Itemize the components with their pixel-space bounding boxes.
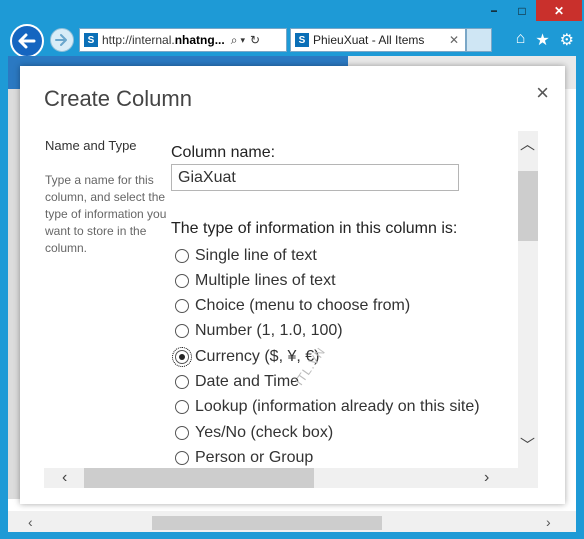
refresh-icon[interactable]: ↻ <box>250 33 260 47</box>
column-name-input[interactable] <box>171 164 459 191</box>
radio-button[interactable] <box>175 426 189 440</box>
radio-option-choice[interactable]: Choice (menu to choose from) <box>175 297 410 315</box>
page-scroll-thumb[interactable] <box>152 516 382 530</box>
tab-title: PhieuXuat - All Items <box>313 33 425 47</box>
dialog-content: Name and Type Type a name for this colum… <box>44 132 538 468</box>
minimize-button[interactable]: − <box>480 0 508 21</box>
radio-option-yes-no[interactable]: Yes/No (check box) <box>175 424 333 442</box>
column-name-label: Column name: <box>171 144 276 161</box>
search-icon[interactable]: ⌕ <box>231 33 238 48</box>
scroll-down-icon[interactable]: ﹀ <box>520 434 535 455</box>
radio-button-selected[interactable] <box>172 347 192 367</box>
dialog-vertical-scrollbar[interactable]: ︿ ﹀ <box>518 131 538 468</box>
section-title: Name and Type <box>45 138 137 153</box>
radio-button[interactable] <box>175 451 189 465</box>
address-prefix: http://internal. <box>102 33 175 47</box>
address-host: nhatng... <box>174 33 225 47</box>
radio-option-multiple-lines[interactable]: Multiple lines of text <box>175 272 336 290</box>
back-button[interactable] <box>10 24 44 58</box>
new-tab-button[interactable] <box>466 28 492 52</box>
maximize-button[interactable]: □ <box>508 0 536 21</box>
radio-option-lookup[interactable]: Lookup (information already on this site… <box>175 398 480 416</box>
forward-arrow-icon <box>55 34 67 46</box>
radio-option-single-line[interactable]: Single line of text <box>175 247 317 265</box>
scroll-left-icon[interactable]: ‹ <box>62 469 67 487</box>
option-label: Lookup (information already on this site… <box>195 398 480 415</box>
sharepoint-icon: S <box>84 33 98 47</box>
column-type-label: The type of information in this column i… <box>171 220 458 237</box>
dialog-title: Create Column <box>44 86 192 111</box>
radio-button[interactable] <box>175 274 189 288</box>
window-controls: − □ ✕ <box>480 0 582 21</box>
section-description: Type a name for this column, and select … <box>45 173 167 255</box>
close-window-button[interactable]: ✕ <box>536 0 582 21</box>
page-scroll-right-icon[interactable]: › <box>546 514 551 530</box>
radio-button[interactable] <box>175 324 189 338</box>
option-label: Person or Group <box>195 449 314 466</box>
option-label: Yes/No (check box) <box>195 424 334 441</box>
radio-button[interactable] <box>175 299 189 313</box>
settings-gear-icon[interactable]: ⚙ <box>560 30 574 50</box>
option-label: Currency ($, ¥, €) <box>195 348 320 365</box>
home-icon[interactable]: ⌂ <box>516 30 526 50</box>
option-label: Number (1, 1.0, 100) <box>195 322 343 339</box>
option-label: Choice (menu to choose from) <box>195 297 411 314</box>
vertical-scroll-thumb[interactable] <box>518 171 538 241</box>
option-label: Multiple lines of text <box>195 272 336 289</box>
favorites-star-icon[interactable]: ★ <box>535 30 549 50</box>
radio-option-number[interactable]: Number (1, 1.0, 100) <box>175 322 343 340</box>
tab-close-icon[interactable]: ✕ <box>449 33 459 47</box>
page-scroll-left-icon[interactable]: ‹ <box>28 514 33 530</box>
browser-tools: ⌂ ★ ⚙ <box>516 30 574 50</box>
create-column-dialog: Create Column × Name and Type Type a nam… <box>20 66 565 504</box>
radio-button[interactable] <box>175 249 189 263</box>
horizontal-scroll-thumb[interactable] <box>84 468 314 488</box>
dropdown-icon[interactable]: ▾ <box>240 35 245 46</box>
back-arrow-icon <box>18 33 36 49</box>
scroll-up-icon[interactable]: ︿ <box>520 133 535 154</box>
sharepoint-icon: S <box>295 33 309 47</box>
forward-button[interactable] <box>50 28 74 52</box>
radio-button[interactable] <box>175 400 189 414</box>
option-label: Date and Time <box>195 373 300 390</box>
radio-option-person-group[interactable]: Person or Group <box>175 449 313 467</box>
tab-phieuxuat[interactable]: S PhieuXuat - All Items ✕ <box>290 28 466 52</box>
dialog-close-icon[interactable]: × <box>536 80 549 106</box>
radio-option-date-time[interactable]: Date and Time <box>175 373 299 391</box>
radio-option-currency[interactable]: Currency ($, ¥, €) <box>172 347 320 367</box>
dialog-horizontal-scrollbar[interactable]: ‹ › <box>44 468 538 488</box>
scroll-right-icon[interactable]: › <box>484 469 489 487</box>
radio-button[interactable] <box>175 375 189 389</box>
option-label: Single line of text <box>195 247 317 264</box>
address-bar[interactable]: S http://internal. nhatng... ⌕ ▾ ↻ <box>79 28 287 52</box>
